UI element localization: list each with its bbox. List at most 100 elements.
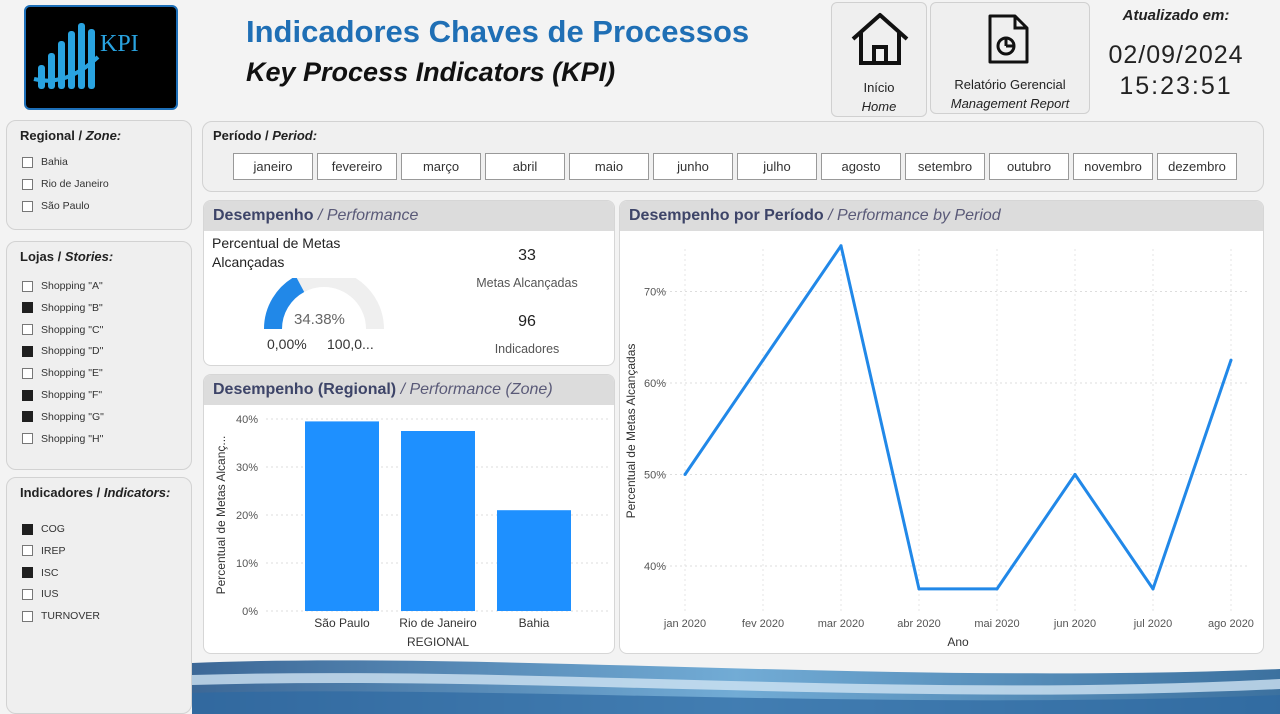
line-y-tick: 70%	[644, 287, 666, 299]
indicator-option[interactable]: IREP	[22, 545, 66, 557]
indicator-checkbox[interactable]	[22, 545, 33, 557]
month-button[interactable]: outubro	[989, 153, 1069, 180]
line-x-axis-label: Ano	[947, 635, 969, 649]
indicator-option-label: ISC	[41, 566, 59, 579]
line-point[interactable]	[1073, 473, 1077, 476]
store-checkbox[interactable]	[22, 302, 33, 314]
regional-option[interactable]: São Paulo	[22, 200, 89, 212]
indicators-value: 96	[518, 313, 536, 330]
line-point[interactable]	[683, 473, 687, 476]
bar-x-tick: Bahia	[519, 616, 550, 630]
line-point[interactable]	[995, 587, 999, 591]
month-button[interactable]: junho	[653, 153, 733, 180]
regional-checkbox[interactable]	[22, 156, 33, 168]
store-option[interactable]: Shopping "A"	[22, 280, 103, 292]
store-option-label: Shopping "A"	[41, 280, 103, 292]
indicator-option[interactable]: IUS	[22, 588, 59, 600]
store-checkbox[interactable]	[22, 324, 33, 336]
bar-x-tick: São Paulo	[314, 616, 370, 630]
month-button[interactable]: março	[401, 153, 481, 180]
store-option[interactable]: Shopping "C"	[22, 324, 103, 336]
store-option[interactable]: Shopping "F"	[22, 389, 102, 401]
store-checkbox[interactable]	[22, 433, 33, 445]
indicator-checkbox[interactable]	[22, 523, 33, 535]
home-label: Início	[863, 80, 895, 95]
indicator-option[interactable]: TURNOVER	[22, 610, 100, 622]
bar-y-tick: 10%	[236, 558, 258, 570]
bar-x-axis-label: REGIONAL	[407, 635, 469, 649]
line-series[interactable]	[683, 244, 1233, 591]
month-button[interactable]: novembro	[1073, 153, 1153, 180]
regional-option[interactable]: Rio de Janeiro	[22, 178, 109, 190]
indicator-checkbox[interactable]	[22, 567, 33, 579]
home-label-en: Home	[861, 99, 897, 114]
regional-chart-header: Desempenho (Regional) / Performance (Zon…	[204, 375, 614, 405]
store-checkbox[interactable]	[22, 345, 33, 357]
report-label-en: Management Report	[950, 96, 1070, 111]
indicator-option-label: TURNOVER	[41, 610, 100, 623]
store-checkbox[interactable]	[22, 411, 33, 423]
period-line-chart: 40% 50% 60% 70% jan 2020 fev 2020 mar 2020 abr …	[624, 244, 1254, 649]
line-y-axis-label: Percentual de Metas Alcançadas	[624, 344, 638, 519]
regional-checkbox[interactable]	[22, 200, 33, 212]
indicator-option[interactable]: ISC	[22, 567, 59, 579]
store-option-label: Shopping "D"	[41, 345, 104, 358]
store-option-label: Shopping "C"	[41, 323, 104, 336]
home-icon	[851, 13, 909, 65]
month-button[interactable]: setembro	[905, 153, 985, 180]
line-x-tick: fev 2020	[742, 618, 784, 630]
indicator-option-label: IREP	[41, 544, 66, 557]
indicators-label: Indicadores	[494, 342, 560, 356]
line-x-tick: ago 2020	[1208, 618, 1254, 630]
line-point[interactable]	[1229, 358, 1233, 362]
gauge-title: Percentual de Metas Alcançadas	[212, 235, 341, 270]
store-option[interactable]: Shopping "H"	[22, 433, 103, 445]
store-checkbox[interactable]	[22, 367, 33, 379]
month-button[interactable]: abril	[485, 153, 565, 180]
store-checkbox[interactable]	[22, 280, 33, 292]
store-option[interactable]: Shopping "E"	[22, 367, 103, 379]
line-x-tick: jan 2020	[663, 618, 706, 630]
regional-checkbox[interactable]	[22, 178, 33, 190]
goals-label: Metas Alcançadas	[476, 276, 578, 290]
month-button[interactable]: janeiro	[233, 153, 313, 180]
bar[interactable]	[401, 431, 475, 611]
indicators-filter-title: Indicadores / Indicators:	[20, 485, 171, 500]
updated-date: 02/09/2024	[1108, 41, 1244, 69]
updated-label: Atualizado em:	[1122, 7, 1230, 24]
month-button[interactable]: fevereiro	[317, 153, 397, 180]
month-button[interactable]: maio	[569, 153, 649, 180]
store-option[interactable]: Shopping "G"	[22, 411, 104, 423]
indicator-checkbox[interactable]	[22, 588, 33, 600]
regional-chart-card: Desempenho (Regional) / Performance (Zon…	[203, 374, 615, 654]
month-button[interactable]: julho	[737, 153, 817, 180]
store-option-label: Shopping "G"	[41, 410, 104, 423]
store-option-label: Shopping "F"	[41, 389, 103, 401]
store-option-label: Shopping "H"	[41, 432, 104, 445]
line-y-tick: 40%	[644, 561, 666, 573]
home-button[interactable]: Início Home	[831, 2, 927, 117]
line-y-tick: 60%	[644, 378, 666, 390]
regional-option[interactable]: Bahia	[22, 156, 68, 168]
regional-bar-chart: 0% 10% 20% 30% 40% São Paulo Rio de Janeiro Bah…	[214, 414, 609, 649]
indicator-checkbox[interactable]	[22, 610, 33, 622]
line-point[interactable]	[839, 244, 843, 248]
store-option[interactable]: Shopping "B"	[22, 302, 103, 314]
bar[interactable]	[497, 510, 571, 611]
month-button[interactable]: dezembro	[1157, 153, 1237, 180]
indicator-option[interactable]: COG	[22, 523, 65, 535]
month-button[interactable]: agosto	[821, 153, 901, 180]
line-y-tick: 50%	[644, 470, 666, 482]
logo: KPI	[24, 5, 178, 110]
line-point[interactable]	[761, 358, 765, 362]
store-option[interactable]: Shopping "D"	[22, 345, 103, 357]
line-point[interactable]	[917, 587, 921, 591]
bar-y-tick: 30%	[236, 462, 258, 474]
line-point[interactable]	[1151, 587, 1155, 591]
regional-option-label: Bahia	[41, 156, 68, 168]
report-button[interactable]: Relatório Gerencial Management Report	[930, 2, 1090, 114]
decorative-wave	[192, 655, 1280, 714]
store-checkbox[interactable]	[22, 389, 33, 401]
bar[interactable]	[305, 421, 379, 611]
regional-option-label: Rio de Janeiro	[41, 178, 109, 190]
